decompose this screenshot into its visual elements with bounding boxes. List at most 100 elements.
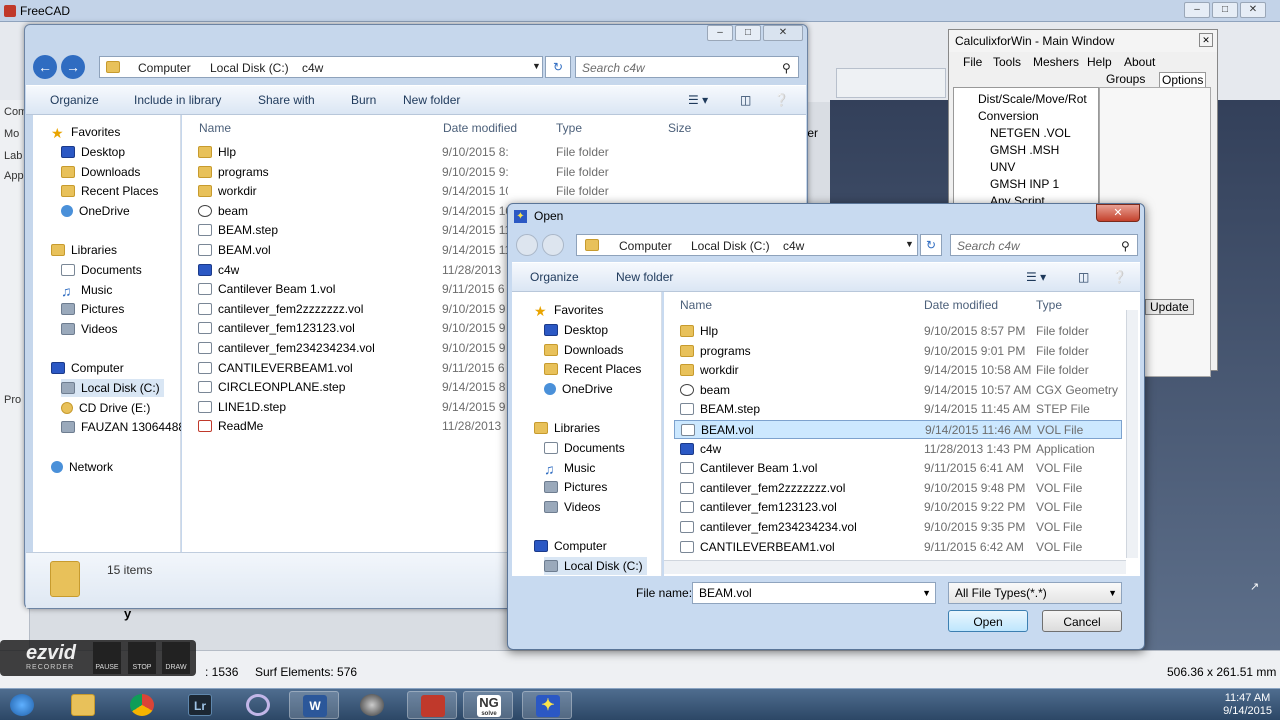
nav-onedrive[interactable]: OneDrive — [544, 380, 613, 398]
nav-libraries[interactable]: Libraries — [534, 419, 600, 437]
chevron-down-icon[interactable]: ▼ — [905, 239, 914, 249]
breadcrumb-item[interactable]: Local Disk (C:) — [210, 61, 289, 75]
search-input[interactable]: Search c4w ⚲ — [950, 234, 1138, 256]
menu-about[interactable]: About — [1124, 55, 1155, 69]
include-in-library-button[interactable]: Include in library — [134, 93, 221, 107]
search-input[interactable]: Search c4w ⚲ — [575, 56, 799, 78]
nav-documents[interactable]: Documents — [544, 439, 625, 457]
nav-local-disk[interactable]: Local Disk (C:) — [61, 379, 164, 397]
column-name[interactable]: Name — [680, 298, 712, 312]
tab-options[interactable]: Options — [1159, 72, 1207, 88]
organize-button[interactable]: Organize — [530, 270, 579, 284]
file-row[interactable]: c4w 11/28/2013 1:43 PM Application — [674, 440, 1122, 459]
tab-groups[interactable]: Groups — [1106, 72, 1145, 86]
cancel-button[interactable]: Cancel — [1042, 610, 1122, 632]
refresh-button[interactable]: ↻ — [920, 234, 942, 256]
maximize-button[interactable]: □ — [735, 25, 761, 41]
stop-button[interactable]: STOP — [128, 642, 156, 674]
horizontal-scrollbar[interactable] — [664, 560, 1126, 574]
close-button[interactable]: ✕ — [1240, 2, 1266, 18]
nav-documents[interactable]: Documents — [61, 261, 142, 279]
breadcrumb-item[interactable]: c4w — [302, 61, 323, 75]
back-button[interactable] — [516, 234, 538, 256]
menu-meshers[interactable]: Meshers — [1033, 55, 1079, 69]
vertical-scrollbar[interactable] — [1126, 310, 1138, 558]
close-button[interactable]: ✕ — [763, 25, 803, 41]
address-bar[interactable]: Computer Local Disk (C:) c4w ▼ — [99, 56, 543, 78]
file-row[interactable]: BEAM.vol 9/14/2015 11:46 AM VOL File — [674, 420, 1122, 439]
back-button[interactable]: ← — [33, 55, 57, 79]
nav-recent-places[interactable]: Recent Places — [544, 360, 641, 378]
new-folder-button[interactable]: New folder — [616, 270, 673, 284]
tree-item[interactable]: UNV — [990, 160, 1015, 174]
help-icon[interactable]: ❔ — [774, 93, 789, 107]
tree-item[interactable]: Conversion — [978, 109, 1039, 123]
tree-item[interactable]: GMSH .MSH — [990, 143, 1059, 157]
nav-videos[interactable]: Videos — [61, 320, 117, 338]
nav-computer[interactable]: Computer — [534, 537, 607, 555]
taskbar-calculix[interactable]: ✦ — [522, 691, 572, 719]
nav-computer[interactable]: Computer — [51, 359, 124, 377]
menu-tools[interactable]: Tools — [993, 55, 1021, 69]
column-type[interactable]: Type — [556, 121, 582, 135]
nav-desktop[interactable]: Desktop — [544, 321, 608, 339]
preview-pane-icon[interactable]: ◫ — [1078, 270, 1089, 284]
nav-cd-drive[interactable]: CD Drive (E:) — [61, 399, 150, 417]
breadcrumb-item[interactable]: Local Disk (C:) — [691, 239, 770, 253]
draw-button[interactable]: DRAW — [162, 642, 190, 674]
nav-recent-places[interactable]: Recent Places — [61, 182, 158, 200]
nav-downloads[interactable]: Downloads — [544, 341, 623, 359]
taskbar-word[interactable]: W — [289, 691, 339, 719]
forward-button[interactable]: → — [61, 55, 85, 79]
file-row[interactable]: beam 9/14/2015 10:57 AM CGX Geometry — [674, 381, 1122, 400]
file-row[interactable]: programs 9/10/2015 9:01 PM File folder — [192, 163, 792, 182]
refresh-button[interactable]: ↻ — [545, 56, 571, 78]
menu-help[interactable]: Help — [1087, 55, 1112, 69]
taskbar-explorer[interactable] — [58, 691, 108, 719]
file-row[interactable]: programs 9/10/2015 9:01 PM File folder — [674, 342, 1122, 361]
file-row[interactable]: cantilever_fem123123.vol 9/10/2015 9:22 P… — [674, 498, 1122, 517]
address-bar[interactable]: Computer Local Disk (C:) c4w ▼ — [576, 234, 918, 256]
nav-network[interactable]: Network — [51, 458, 113, 476]
chevron-down-icon[interactable]: ▼ — [922, 583, 931, 603]
nav-pictures[interactable]: Pictures — [61, 300, 124, 318]
column-size[interactable]: Size — [668, 121, 691, 135]
minimize-button[interactable]: – — [707, 25, 733, 41]
taskbar-freecad[interactable] — [407, 691, 457, 719]
pause-button[interactable]: PAUSE — [93, 642, 121, 674]
nav-libraries[interactable]: Libraries — [51, 241, 117, 259]
file-row[interactable]: workdir 9/14/2015 10:58 AM File folder — [674, 361, 1122, 380]
taskbar-lightroom[interactable]: Lr — [175, 691, 225, 719]
forward-button[interactable] — [542, 234, 564, 256]
nav-pictures[interactable]: Pictures — [544, 478, 607, 496]
breadcrumb-item[interactable]: Computer — [138, 61, 191, 75]
view-options-icon[interactable]: ☰ ▾ — [1026, 270, 1046, 284]
nav-downloads[interactable]: Downloads — [61, 163, 140, 181]
help-icon[interactable]: ❔ — [1112, 270, 1127, 284]
nav-desktop[interactable]: Desktop — [61, 143, 125, 161]
burn-button[interactable]: Burn — [351, 93, 376, 107]
file-type-select[interactable]: All File Types(*.*) ▼ — [948, 582, 1122, 604]
nav-videos[interactable]: Videos — [544, 498, 600, 516]
taskbar-netgen[interactable]: NG solve — [463, 691, 513, 719]
column-date-modified[interactable]: Date modified — [443, 121, 517, 135]
column-type[interactable]: Type — [1036, 298, 1062, 312]
column-name[interactable]: Name — [199, 121, 231, 135]
maximize-button[interactable]: □ — [1212, 2, 1238, 18]
taskbar-chrome[interactable] — [117, 691, 167, 719]
nav-usb-drive[interactable]: FAUZAN 1306448861 — [61, 418, 181, 436]
nav-local-disk[interactable]: Local Disk (C:) — [544, 557, 647, 575]
menu-file[interactable]: File — [963, 55, 982, 69]
taskbar-app-sphere[interactable] — [347, 691, 397, 719]
nav-music[interactable]: ♫ Music — [61, 281, 112, 299]
tree-item[interactable]: GMSH INP 1 — [990, 177, 1059, 191]
close-button[interactable]: ✕ — [1096, 204, 1140, 222]
file-name-input[interactable]: BEAM.vol ▼ — [692, 582, 936, 604]
system-clock[interactable]: 11:47 AM 9/14/2015 — [1223, 692, 1272, 718]
file-row[interactable]: BEAM.step 9/14/2015 11:45 AM STEP File — [674, 400, 1122, 419]
column-date-modified[interactable]: Date modified — [924, 298, 998, 312]
chevron-down-icon[interactable]: ▼ — [532, 61, 541, 71]
file-row[interactable]: Hlp 9/10/2015 8:57 PM File folder — [192, 143, 792, 162]
view-options-icon[interactable]: ☰ ▾ — [688, 93, 708, 107]
start-button[interactable] — [2, 691, 46, 719]
